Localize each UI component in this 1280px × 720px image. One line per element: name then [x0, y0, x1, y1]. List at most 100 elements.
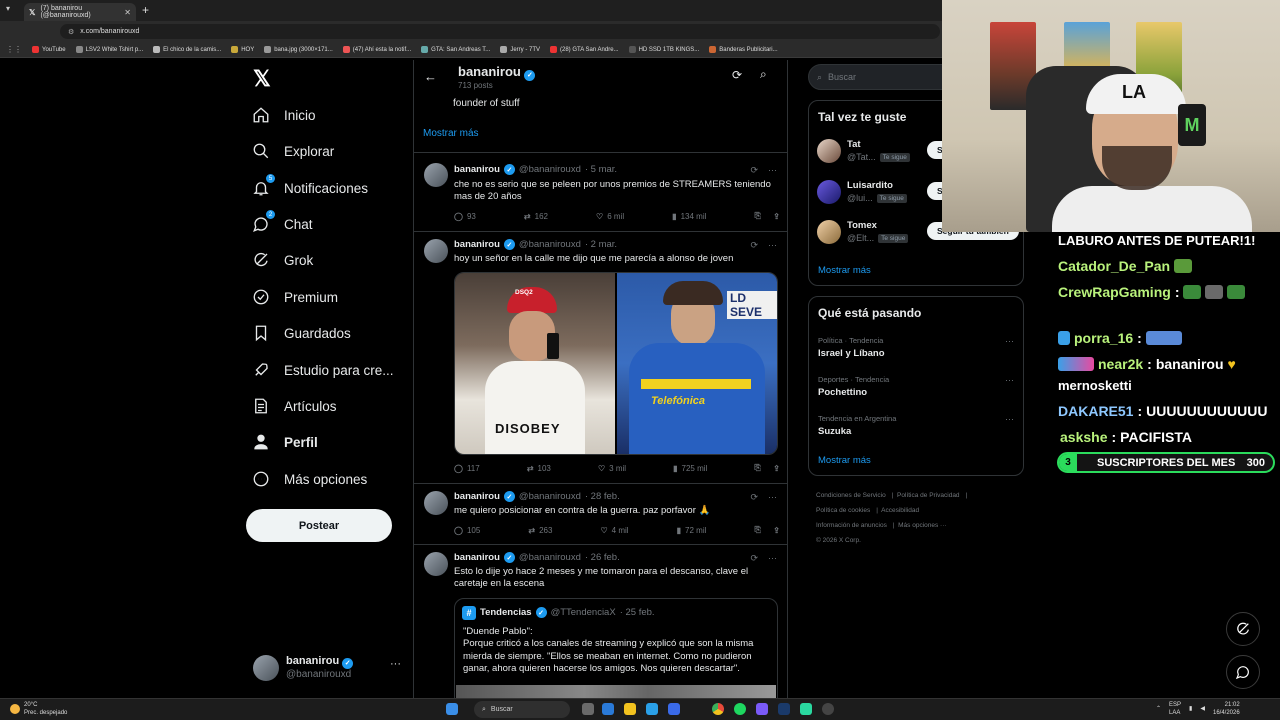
nav-item-mas-opciones[interactable]: Más opciones	[252, 467, 367, 491]
share-icon[interactable]: ⇪	[773, 464, 780, 473]
nav-item-grok[interactable]: Grok	[252, 248, 313, 272]
tray-chevron-icon[interactable]: ⌃	[1156, 705, 1161, 713]
bookmark[interactable]: HD SSD 1TB KINGS...	[628, 46, 699, 53]
more-dots-icon[interactable]: ···	[1005, 336, 1014, 346]
more-dots-icon[interactable]: ···	[768, 165, 777, 176]
grok-icon[interactable]: ⟳	[732, 68, 742, 82]
widgets-icon[interactable]	[602, 703, 614, 715]
quote-media[interactable]	[456, 685, 776, 698]
avatar[interactable]	[424, 552, 448, 576]
bookmark[interactable]: GTA: San Andreas T...	[421, 46, 490, 53]
steam-icon[interactable]	[778, 703, 790, 715]
windows-start-icon[interactable]	[446, 703, 458, 715]
avatar[interactable]	[424, 239, 448, 263]
more-dots-icon[interactable]: ···	[768, 553, 777, 564]
trend-item[interactable]: Política · Tendencia Israel y Líbano ···	[818, 336, 1018, 359]
wifi-icon[interactable]: ▮	[1189, 705, 1192, 713]
clock[interactable]: 21:02 16/4/2026	[1213, 701, 1240, 717]
tweet[interactable]: bananirou ✓ @bananirouxd · 5 mar. ⟳ ··· che…	[414, 153, 787, 232]
nav-item-explorar[interactable]: Explorar	[252, 139, 334, 163]
tab-menu-icon[interactable]: ▾	[6, 4, 10, 13]
repost-button[interactable]: ⇄ 162	[524, 211, 548, 221]
tweet[interactable]: bananirou ✓ @bananirouxd · 2 mar. ⟳ ··· hoy…	[414, 233, 787, 484]
tweet[interactable]: bananirou ✓ @bananirouxd · 26 feb. ⟳ ··· Es…	[414, 546, 787, 698]
apps-icon[interactable]: ⋮⋮	[6, 45, 22, 54]
quote-tweet[interactable]: # Tendencias ✓ @TTendenciaX · 25 feb. "Due…	[454, 598, 778, 698]
show-more-link[interactable]: Mostrar más	[818, 455, 871, 466]
nav-item-premium[interactable]: Premium	[252, 285, 338, 309]
obs-icon[interactable]	[822, 703, 834, 715]
repost-button[interactable]: ⇄ 103	[527, 463, 551, 473]
media-photo-alonso[interactable]: LD SEVE Telefónica	[617, 273, 777, 454]
language-indicator[interactable]: ESP LAA	[1169, 701, 1181, 717]
app-icon[interactable]	[800, 703, 812, 715]
views-button[interactable]: ▮ 72 mil	[677, 525, 707, 535]
trend-item[interactable]: Deportes · Tendencia Pochettino ···	[818, 375, 1018, 398]
site-info-icon[interactable]: ⚙	[68, 28, 74, 36]
like-button[interactable]: ♡ 3 mil	[598, 463, 626, 473]
bookmark-icon[interactable]: ⎘	[754, 211, 760, 221]
footer-link[interactable]: Condiciones de Servicio	[816, 492, 886, 499]
like-button[interactable]: ♡ 4 mil	[601, 525, 629, 535]
tweet[interactable]: bananirou ✓ @bananirouxd · 28 feb. ⟳ ··· me…	[414, 485, 787, 545]
more-dots-icon[interactable]: ···	[390, 658, 401, 670]
footer-link[interactable]: Más opciones ···	[898, 522, 946, 529]
nav-item-guardados[interactable]: Guardados	[252, 321, 351, 345]
footer-link[interactable]: Política de Privacidad	[897, 492, 960, 499]
nav-item-notificaciones[interactable]: 5 Notificaciones	[252, 174, 368, 200]
nav-item-chat[interactable]: 2 Chat	[252, 210, 313, 236]
views-button[interactable]: ▮ 134 mil	[672, 211, 706, 221]
share-icon[interactable]: ⇪	[773, 212, 780, 221]
avatar[interactable]	[424, 163, 448, 187]
taskbar-search[interactable]: ⌕ Buscar	[474, 701, 570, 718]
grok-icon[interactable]: ⟳	[750, 553, 758, 564]
grok-fab[interactable]	[1226, 612, 1260, 646]
repost-button[interactable]: ⇄ 263	[528, 525, 552, 535]
media-photo-selfie[interactable]: DSQ2 DISOBEY	[455, 273, 615, 454]
nav-item-inicio[interactable]: Inicio	[252, 103, 316, 127]
footer-link[interactable]: Información de anuncios	[816, 522, 887, 529]
avatar[interactable]	[424, 491, 448, 515]
show-more-link[interactable]: Mostrar más	[818, 265, 871, 276]
bookmark[interactable]: Jerry - 7TV	[500, 46, 540, 53]
more-dots-icon[interactable]: ···	[1005, 414, 1014, 424]
file-explorer-icon[interactable]	[624, 703, 636, 715]
new-tab-icon[interactable]: +	[142, 3, 149, 17]
share-icon[interactable]: ⇪	[773, 526, 780, 535]
bookmark[interactable]: Banderas Publicitari...	[709, 46, 778, 53]
browser-tab[interactable]: 𝕏 (7) bananirou (@bananirouxd) ✕	[24, 3, 136, 21]
nav-item-estudio[interactable]: Estudio para cre...	[252, 358, 394, 382]
bookmark[interactable]: bana.jpg (3000×171...	[264, 46, 333, 53]
bookmark[interactable]: HOY	[231, 46, 254, 53]
views-button[interactable]: ▮ 725 mil	[673, 463, 707, 473]
task-view-icon[interactable]	[582, 703, 594, 715]
messages-fab[interactable]	[1226, 655, 1260, 689]
bookmark-icon[interactable]: ⎘	[754, 463, 760, 473]
grok-icon[interactable]: ⟳	[750, 492, 758, 503]
bookmark[interactable]: El chico de la camis...	[153, 46, 221, 53]
reply-button[interactable]: ◯ 105	[454, 525, 480, 535]
bookmark[interactable]: (47) Ahí esta la notif...	[342, 46, 411, 53]
account-switcher[interactable]: bananirou ✓ @bananirouxd ···	[253, 654, 403, 684]
nav-item-articulos[interactable]: Artículos	[252, 394, 337, 418]
show-more-link[interactable]: Mostrar más	[423, 128, 479, 139]
like-button[interactable]: ♡ 6 mil	[596, 211, 624, 221]
search-icon[interactable]: ⌕	[760, 67, 767, 82]
more-dots-icon[interactable]: ···	[768, 240, 777, 251]
more-dots-icon[interactable]: ···	[768, 492, 777, 503]
bookmark[interactable]: YouTube	[32, 46, 66, 53]
bookmark[interactable]: LSV2 White Tshirt p...	[75, 46, 143, 53]
weather-widget[interactable]: 20°C Prec. despejado	[10, 701, 67, 717]
trend-item[interactable]: Tendencia en Argentina Suzuka ···	[818, 414, 1018, 437]
reply-button[interactable]: ◯ 117	[454, 463, 480, 473]
url-field[interactable]: ⚙ x.com/bananirouxd	[60, 24, 940, 39]
edge-icon[interactable]	[646, 703, 658, 715]
store-icon[interactable]	[668, 703, 680, 715]
x-logo-icon[interactable]: 𝕏	[253, 66, 271, 92]
reply-button[interactable]: ◯ 93	[454, 211, 476, 221]
bookmark[interactable]: (28) GTA San Andre...	[549, 46, 619, 53]
post-button[interactable]: Postear	[246, 509, 392, 542]
tab-close-icon[interactable]: ✕	[124, 8, 131, 17]
back-arrow-icon[interactable]: ←	[424, 69, 437, 84]
chrome-icon[interactable]	[712, 703, 724, 715]
